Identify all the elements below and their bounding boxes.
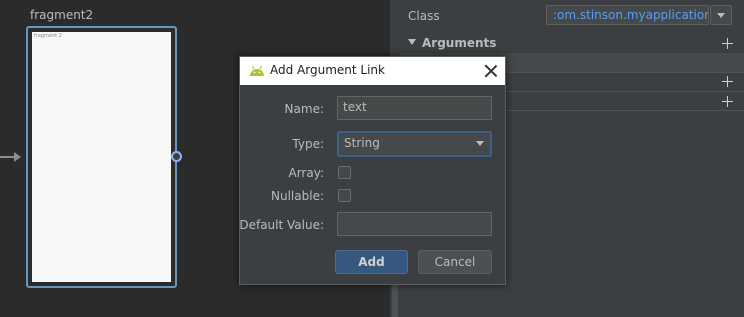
incoming-action-arrow-head	[14, 152, 21, 162]
dropdown-arrow-icon	[717, 13, 725, 18]
fragment-label: fragment2	[30, 8, 94, 22]
type-select[interactable]: String	[337, 131, 492, 157]
fragment-preview: fragment 2	[32, 32, 171, 282]
arguments-section-header[interactable]: Arguments	[400, 34, 744, 52]
type-select-value: String	[344, 136, 380, 150]
name-label: Name:	[284, 102, 324, 116]
add-argument-plus-icon[interactable]	[722, 38, 733, 49]
array-label: Array:	[288, 166, 325, 180]
close-icon[interactable]	[484, 64, 498, 78]
dialog-titlebar[interactable]: Add Argument Link	[240, 57, 505, 85]
name-field[interactable]: text	[337, 96, 492, 120]
cancel-button[interactable]: Cancel	[418, 250, 492, 274]
nullable-checkbox[interactable]	[338, 189, 351, 202]
android-icon	[250, 65, 264, 76]
fragment-destination[interactable]: fragment 2	[26, 26, 177, 288]
fragment-preview-text: fragment 2	[34, 33, 62, 39]
class-dropdown-button[interactable]	[710, 5, 732, 25]
array-checkbox[interactable]	[338, 166, 351, 179]
default-value-label: Default Value:	[239, 218, 324, 232]
action-drag-handle[interactable]	[171, 151, 182, 162]
add-button[interactable]: Add	[335, 250, 408, 274]
default-value-field[interactable]	[337, 212, 492, 236]
arguments-section-title: Arguments	[422, 36, 497, 50]
class-value: :om.stinson.myapplication)	[553, 8, 709, 22]
add-action-plus-icon[interactable]	[722, 76, 733, 87]
add-argument-dialog: Add Argument Link Name: text Type: Strin…	[239, 56, 506, 285]
class-label: Class	[408, 9, 440, 23]
add-deeplink-plus-icon[interactable]	[722, 96, 733, 107]
class-row: Class :om.stinson.myapplication)	[400, 0, 744, 32]
class-field[interactable]: :om.stinson.myapplication)	[546, 5, 709, 25]
section-collapse-icon[interactable]	[408, 39, 416, 45]
nullable-label: Nullable:	[271, 189, 324, 203]
type-label: Type:	[292, 137, 324, 151]
chevron-down-icon	[476, 141, 484, 146]
scrollbar-thumb[interactable]	[392, 285, 398, 317]
dialog-title: Add Argument Link	[270, 63, 385, 77]
